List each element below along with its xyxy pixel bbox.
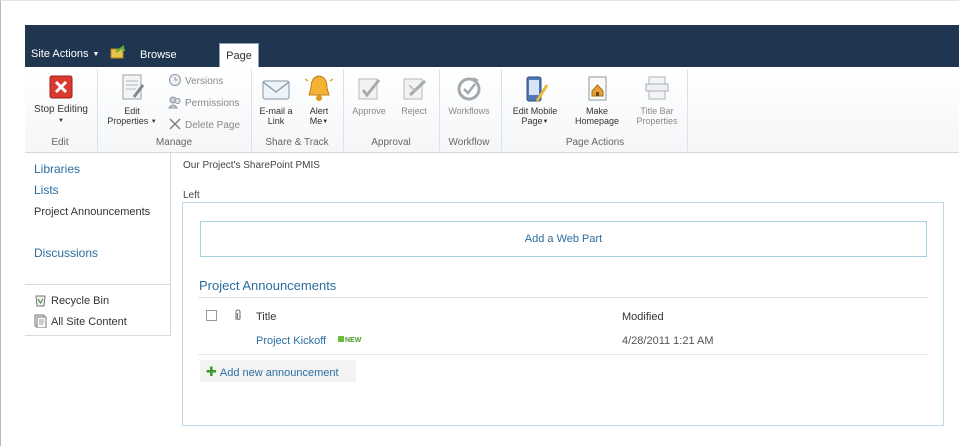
web-part-title-underline: [198, 297, 928, 298]
versions-button[interactable]: Versions: [168, 73, 223, 87]
add-web-part-button[interactable]: Add a Web Part: [200, 221, 927, 257]
tab-browse[interactable]: Browse: [140, 49, 177, 61]
nav-recycle-bin[interactable]: Recycle Bin: [34, 293, 109, 307]
group-divider: [343, 69, 344, 151]
nav-libraries[interactable]: Libraries: [34, 162, 80, 176]
recycle-bin-icon: [35, 295, 46, 307]
group-label-share-track: Share & Track: [265, 137, 329, 148]
approve-button[interactable]: Approve: [347, 75, 391, 116]
navigate-up-icon[interactable]: [110, 44, 126, 60]
edit-mobile-label-line1: Edit Mobile: [512, 106, 558, 116]
column-header-title[interactable]: Title: [256, 311, 276, 323]
group-label-approval: Approval: [371, 137, 411, 148]
group-label-manage: Manage: [155, 137, 193, 148]
new-badge-label: NEW: [345, 337, 362, 344]
group-divider: [251, 69, 252, 151]
row-divider: [198, 354, 928, 355]
edit-mobile-label-line2: Page: [521, 116, 543, 126]
group-divider: [687, 69, 688, 151]
group-divider: [97, 69, 98, 151]
group-label-edit: Edit: [51, 137, 69, 148]
stop-editing-label: Stop Editing: [34, 104, 88, 115]
workflows-label: Workflows: [448, 106, 490, 116]
reject-label: Reject: [401, 106, 427, 116]
make-homepage-label-line2: Homepage: [574, 116, 620, 126]
chevron-down-icon: ▼: [542, 119, 549, 125]
tab-page[interactable]: Page: [219, 43, 259, 67]
nav-project-announcements[interactable]: Project Announcements: [34, 206, 150, 218]
nav-all-site-content[interactable]: All Site Content: [34, 314, 127, 329]
permissions-button[interactable]: Permissions: [168, 95, 239, 109]
reject-icon: [403, 78, 427, 100]
permissions-icon: [168, 96, 181, 109]
email-link-label-line2: Link: [267, 116, 285, 126]
select-all-checkbox[interactable]: [206, 310, 217, 321]
chevron-down-icon: ▼: [322, 119, 329, 125]
add-new-announcement-link[interactable]: ✚ Add new announcement: [206, 364, 339, 380]
stop-editing-button[interactable]: Stop Editing ▼: [29, 73, 93, 126]
edit-properties-label-line2: Properties: [107, 116, 149, 126]
make-homepage-button[interactable]: Make Homepage: [569, 75, 625, 126]
quick-launch: Libraries Lists Project Announcements Di…: [25, 153, 171, 336]
stop-editing-icon: [49, 75, 73, 99]
nav-lists[interactable]: Lists: [34, 183, 59, 197]
new-badge: NEW: [338, 336, 361, 344]
all-site-content-label: All Site Content: [51, 316, 127, 328]
make-homepage-icon: [588, 76, 607, 101]
delete-icon: [169, 118, 181, 130]
title-bar-label-line1: Title Bar: [640, 106, 674, 116]
title-bar-label-line2: Properties: [636, 116, 678, 126]
edit-properties-label-line1: Edit: [124, 106, 140, 116]
recycle-bin-label: Recycle Bin: [51, 295, 110, 307]
edit-mobile-page-icon: [526, 76, 549, 102]
nav-discussions[interactable]: Discussions: [34, 246, 98, 260]
chevron-down-icon: ▼: [92, 51, 100, 58]
announcement-title-link[interactable]: Project Kickoff: [256, 335, 326, 347]
email-link-label-line1: E-mail a: [259, 106, 293, 116]
email-link-button[interactable]: E-mail a Link: [255, 75, 297, 126]
delete-page-label: Delete Page: [185, 120, 241, 131]
new-badge-icon: [338, 336, 344, 342]
chevron-down-icon: ▼: [150, 119, 157, 125]
nav-divider: [25, 284, 170, 285]
title-bar-properties-icon: [645, 76, 669, 100]
add-new-announcement-label: Add new announcement: [219, 367, 339, 379]
group-label-page-actions: Page Actions: [565, 137, 625, 148]
workflows-icon: [457, 77, 481, 101]
reject-button[interactable]: Reject: [395, 75, 433, 116]
web-part-zone-title: Left: [183, 190, 200, 201]
make-homepage-label-line1: Make: [585, 106, 608, 116]
column-header-modified[interactable]: Modified: [622, 311, 664, 323]
alert-me-label-line2: Me: [309, 116, 323, 126]
group-label-workflow: Workflow: [448, 137, 490, 148]
ribbon: Stop Editing ▼ Edit Edit Properties ▼ Ve…: [25, 67, 959, 153]
bell-icon: [305, 75, 333, 101]
all-site-content-icon: [34, 314, 47, 329]
email-icon: [262, 80, 290, 100]
top-navigation-bar: Site Actions ▼ Browse Page: [25, 25, 959, 67]
permissions-label: Permissions: [185, 98, 240, 109]
attachment-icon: [235, 309, 241, 321]
workflows-button[interactable]: Workflows: [441, 75, 497, 116]
edit-properties-button[interactable]: Edit Properties ▼: [101, 73, 163, 127]
site-actions-label: Site Actions: [31, 48, 89, 60]
approve-icon: [358, 78, 381, 100]
edit-mobile-page-button[interactable]: Edit Mobile Page▼: [505, 75, 565, 127]
versions-icon: [169, 74, 181, 86]
announcement-modified: 4/28/2011 1:21 AM: [622, 335, 714, 347]
site-actions-menu[interactable]: Site Actions ▼: [31, 48, 99, 60]
chevron-down-icon: ▼: [58, 118, 64, 124]
approve-label: Approve: [352, 106, 386, 116]
versions-label: Versions: [185, 76, 224, 87]
title-bar-properties-button[interactable]: Title Bar Properties: [629, 75, 685, 126]
delete-page-button[interactable]: Delete Page: [168, 117, 240, 131]
edit-properties-icon: [122, 74, 145, 100]
add-icon: ✚: [206, 364, 217, 379]
page-breadcrumb: Our Project's SharePoint PMIS: [183, 160, 320, 171]
alert-me-button[interactable]: Alert Me▼: [301, 73, 337, 127]
group-divider: [501, 69, 502, 151]
web-part-title[interactable]: Project Announcements: [199, 278, 336, 293]
alert-me-label-line1: Alert: [309, 106, 329, 116]
